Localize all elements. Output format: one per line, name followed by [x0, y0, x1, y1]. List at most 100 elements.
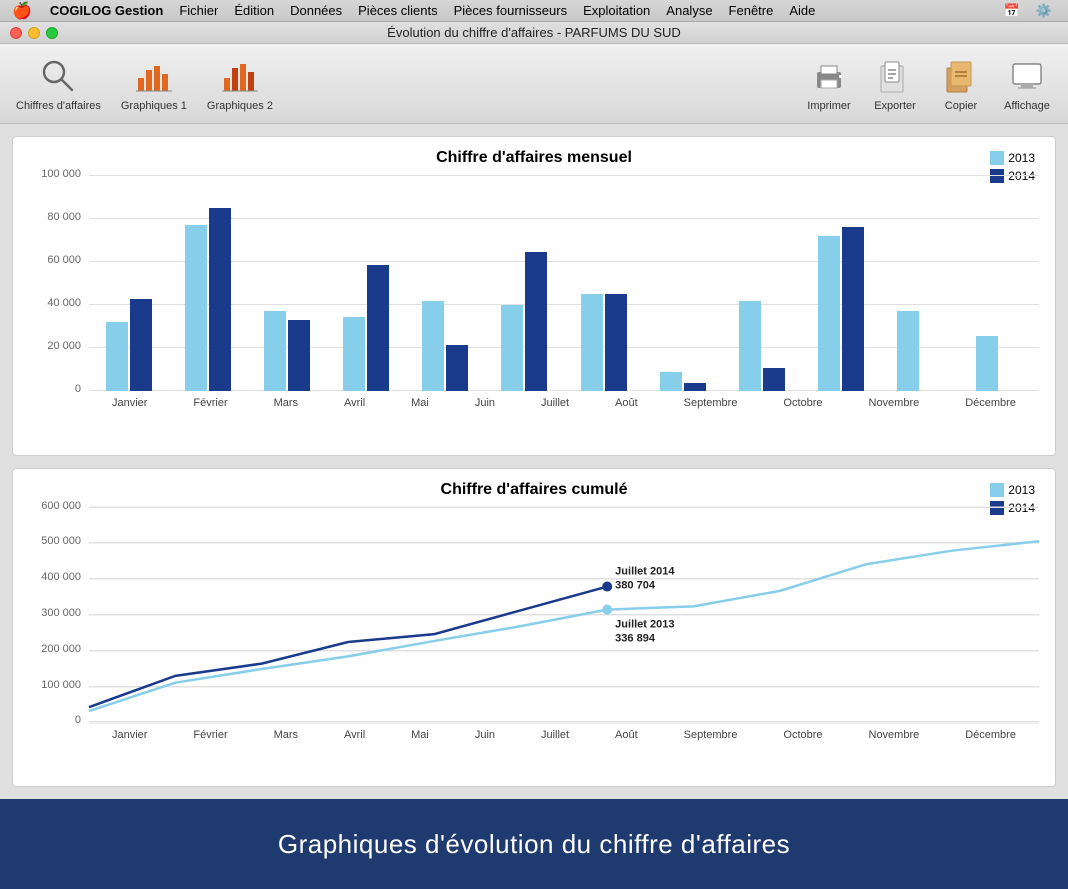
month-bar-group: [422, 301, 468, 391]
y-axis-label-cumule: 300 000: [31, 607, 81, 619]
chart-mensuel: Chiffre d'affaires mensuel 2013 2014 100…: [12, 136, 1056, 456]
month-label: Décembre: [965, 397, 1016, 409]
menubar-donnees[interactable]: Données: [282, 3, 350, 18]
window-title: Évolution du chiffre d'affaires - PARFUM…: [387, 25, 681, 40]
month-label-cumule: Octobre: [783, 729, 822, 741]
y-axis-label-cumule: 400 000: [31, 571, 81, 583]
menubar-pieces-clients[interactable]: Pièces clients: [350, 3, 445, 18]
month-bar-group: [106, 299, 152, 391]
apple-menu[interactable]: 🍎: [8, 1, 42, 21]
bar-2013: [897, 311, 919, 391]
btn-exporter[interactable]: Exporter: [870, 56, 920, 112]
month-label: Avril: [344, 397, 365, 409]
copy-icon: [941, 56, 981, 96]
bar-chart-area: 100 00080 00060 00040 00020 0000 Janvier…: [29, 175, 1039, 415]
bars-group: [89, 175, 1039, 391]
month-bar-group: [581, 294, 627, 391]
month-bar-group: [264, 311, 310, 391]
menubar-fenetre[interactable]: Fenêtre: [721, 3, 782, 18]
btn-graphiques1-label: Graphiques 1: [121, 100, 187, 112]
month-label-cumule: Mai: [411, 729, 429, 741]
line-chart-svg: Juillet 2014380 704Juillet 2013336 894: [89, 507, 1039, 723]
bar-2014: [288, 320, 310, 391]
bar-2014: [684, 383, 706, 391]
menubar-gear-icon: ⚙️: [1028, 3, 1060, 19]
btn-copier[interactable]: Copier: [936, 56, 986, 112]
printer-icon: [809, 56, 849, 96]
menubar-edition[interactable]: Édition: [226, 3, 282, 18]
footer: Graphiques d'évolution du chiffre d'affa…: [0, 799, 1068, 889]
month-label-cumule: Juin: [475, 729, 495, 741]
month-label: Février: [193, 397, 227, 409]
month-bar-group: [897, 311, 943, 391]
minimize-button[interactable]: [28, 27, 40, 39]
btn-graphiques1[interactable]: Graphiques 1: [121, 56, 187, 112]
bar-2014: [130, 299, 152, 391]
bar-2014: [367, 265, 389, 391]
bar-2014: [525, 252, 547, 391]
month-label-cumule: Décembre: [965, 729, 1016, 741]
bar-2013: [501, 305, 523, 391]
svg-text:336 894: 336 894: [615, 632, 656, 644]
bar-2013: [581, 294, 603, 391]
menubar-fichier[interactable]: Fichier: [171, 3, 226, 18]
bar-2014: [763, 368, 785, 391]
btn-exporter-label: Exporter: [874, 100, 916, 112]
btn-imprimer-label: Imprimer: [807, 100, 850, 112]
legend-color-2013: [990, 151, 1004, 165]
toolbar-left: Chiffres d'affaires Graphiques 1: [16, 56, 273, 112]
month-labels: JanvierFévrierMarsAvrilMaiJuinJuilletAoû…: [89, 391, 1039, 415]
btn-imprimer[interactable]: Imprimer: [804, 56, 854, 112]
line-chart-area: 600 000500 000400 000300 000200 000100 0…: [29, 507, 1039, 747]
y-axis-label-cumule: 200 000: [31, 643, 81, 655]
bar-2013: [660, 372, 682, 391]
btn-chiffres-daffaires[interactable]: Chiffres d'affaires: [16, 56, 101, 112]
month-bar-group: [185, 208, 231, 391]
menubar-exploitation[interactable]: Exploitation: [575, 3, 658, 18]
menubar-analyse[interactable]: Analyse: [658, 3, 720, 18]
legend-2013: 2013: [990, 151, 1035, 165]
bar-2013: [185, 225, 207, 391]
month-label-cumule: Mars: [274, 729, 298, 741]
bar-2013: [818, 236, 840, 391]
menubar: 🍎 COGILOG Gestion Fichier Édition Donnée…: [0, 0, 1068, 22]
month-bar-group: [343, 265, 389, 391]
bar-2013: [976, 336, 998, 391]
month-label: Mars: [274, 397, 298, 409]
month-label: Septembre: [684, 397, 738, 409]
btn-affichage[interactable]: Affichage: [1002, 56, 1052, 112]
bar-chart2-icon: [220, 56, 260, 96]
chart-cumule: Chiffre d'affaires cumulé 2013 2014 600 …: [12, 468, 1056, 788]
traffic-lights[interactable]: [10, 27, 58, 39]
month-bar-group: [501, 252, 547, 391]
y-axis-label-cumule: 600 000: [31, 500, 81, 512]
cumule-legend-label-2013: 2013: [1008, 483, 1035, 497]
bar-2014: [842, 227, 864, 391]
toolbar: Chiffres d'affaires Graphiques 1: [0, 44, 1068, 124]
maximize-button[interactable]: [46, 27, 58, 39]
month-label-cumule: Juillet: [541, 729, 569, 741]
y-axis-label-cumule: 100 000: [31, 679, 81, 691]
month-label-cumule: Septembre: [684, 729, 738, 741]
btn-affichage-label: Affichage: [1004, 100, 1050, 112]
bar-2013: [422, 301, 444, 391]
legend-label-2013: 2013: [1008, 151, 1035, 165]
month-label: Mai: [411, 397, 429, 409]
bar-2014: [446, 345, 468, 391]
month-label: Juin: [475, 397, 495, 409]
display-icon: [1007, 56, 1047, 96]
btn-graphiques2[interactable]: Graphiques 2: [207, 56, 273, 112]
search-icon: [38, 56, 78, 96]
month-label-cumule: Novembre: [869, 729, 920, 741]
menubar-app[interactable]: COGILOG Gestion: [42, 3, 171, 18]
menubar-aide[interactable]: Aide: [781, 3, 823, 18]
close-button[interactable]: [10, 27, 22, 39]
month-label-cumule: Avril: [344, 729, 365, 741]
month-label-cumule: Janvier: [112, 729, 147, 741]
month-label: Novembre: [869, 397, 920, 409]
y-axis-label: 100 000: [31, 168, 81, 180]
menubar-pieces-fournisseurs[interactable]: Pièces fournisseurs: [446, 3, 575, 18]
bar-2013: [739, 301, 761, 391]
bar-2014: [209, 208, 231, 391]
y-axis-label-cumule: 500 000: [31, 535, 81, 547]
